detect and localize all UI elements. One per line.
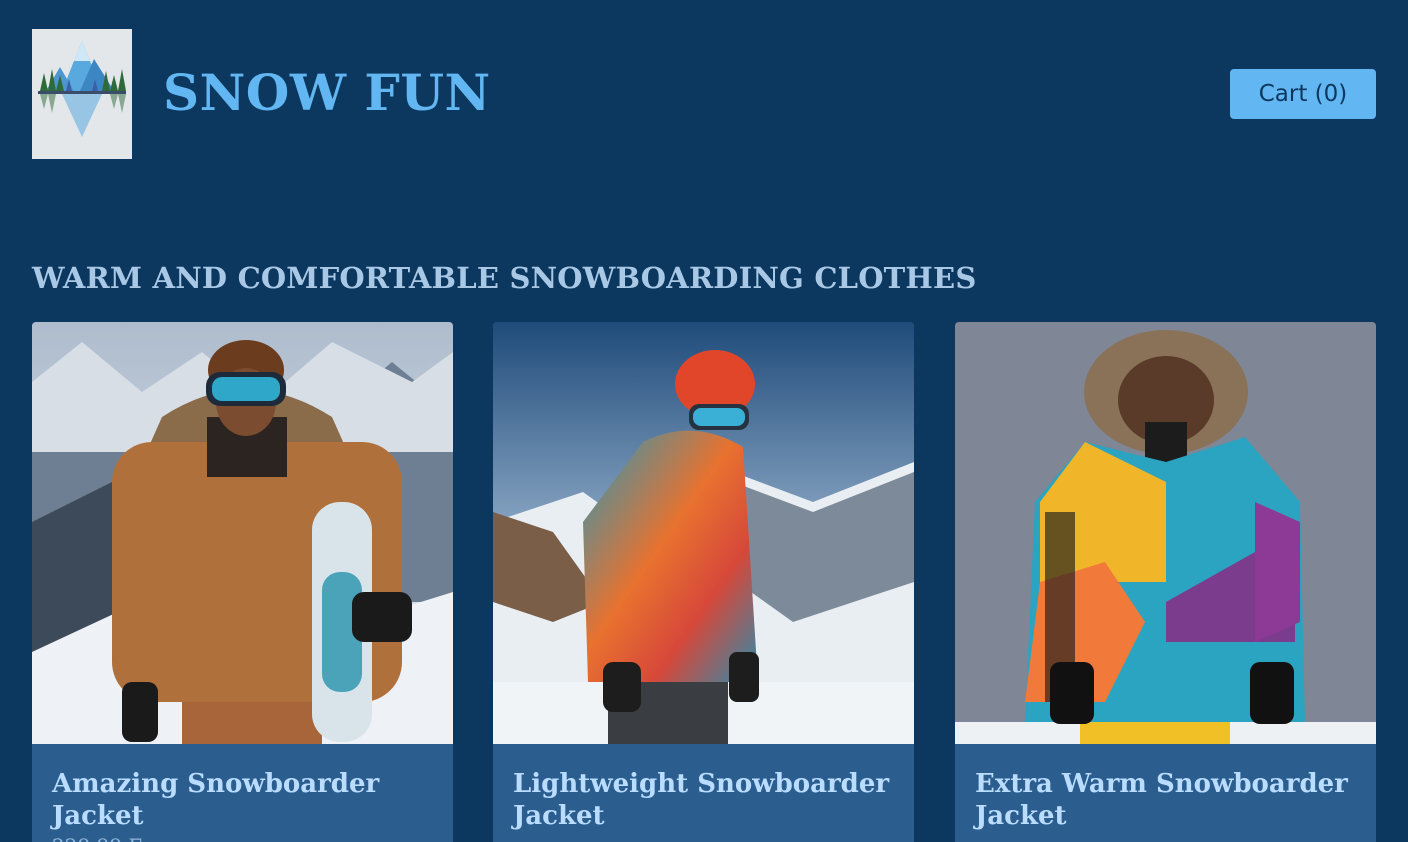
mountain-logo-icon [32,29,132,159]
section-title: WARM AND COMFORTABLE SNOWBOARDING CLOTHE… [32,261,977,295]
site-title[interactable]: SNOW FUN [163,62,491,124]
site-header: SNOW FUN Cart (0) [0,0,1408,190]
product-card[interactable]: Extra Warm Snowboarder Jacket [955,322,1376,842]
product-card[interactable]: Amazing Snowboarder Jacket 229.99 Eur [32,322,453,842]
product-title[interactable]: Amazing Snowboarder Jacket [52,768,433,832]
product-image[interactable] [955,322,1376,744]
product-price: 229.99 Eur [52,832,433,842]
product-image[interactable] [493,322,914,744]
cart-button[interactable]: Cart (0) [1230,69,1376,119]
logo[interactable] [32,29,132,159]
product-image[interactable] [32,322,453,744]
product-card[interactable]: Lightweight Snowboarder Jacket [493,322,914,842]
product-title[interactable]: Lightweight Snowboarder Jacket [513,768,894,832]
product-title[interactable]: Extra Warm Snowboarder Jacket [975,768,1356,832]
